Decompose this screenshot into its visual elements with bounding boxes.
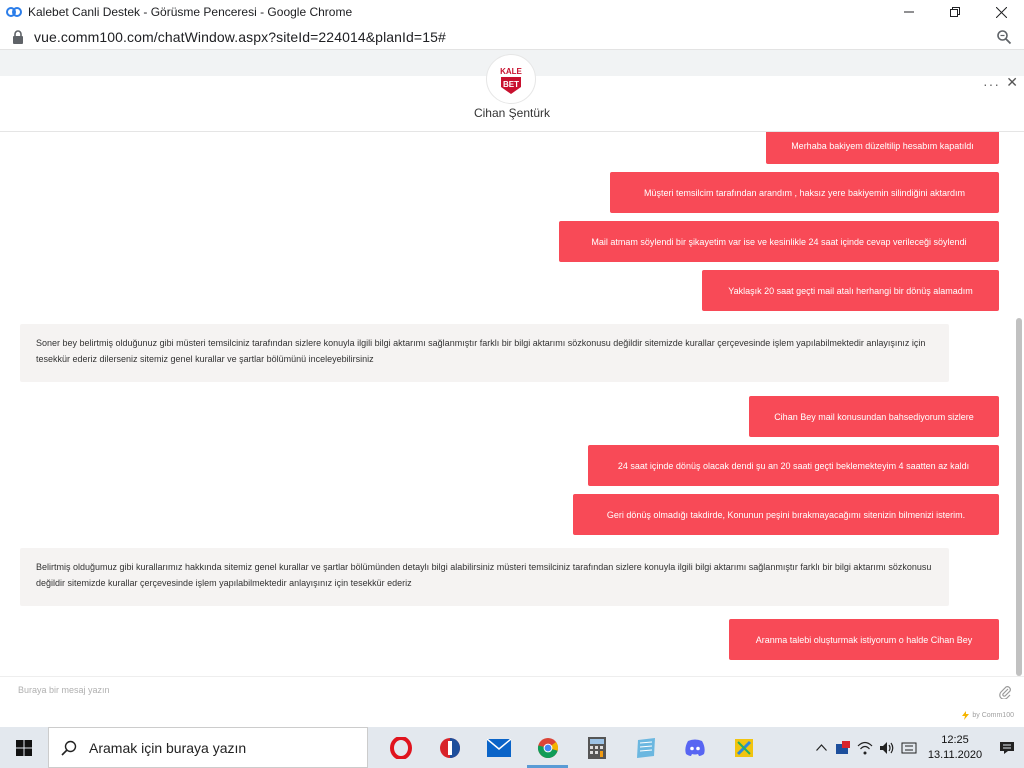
- message-list[interactable]: Merhaba bakiyem düzeltilip hesabım kapat…: [0, 132, 1012, 676]
- lock-icon[interactable]: [12, 29, 26, 44]
- tool-app-button[interactable]: [719, 727, 768, 768]
- chat-close-icon[interactable]: ✕: [1006, 74, 1018, 91]
- kalebet-logo: KALE BET: [500, 67, 523, 94]
- calculator-icon: [587, 736, 606, 759]
- agent-avatar: KALE BET: [486, 54, 536, 104]
- tool-icon: [734, 738, 753, 757]
- tray-app-icon[interactable]: [832, 727, 854, 768]
- lightning-icon: [962, 711, 970, 720]
- logo-line2: BET: [503, 80, 519, 89]
- url-text[interactable]: vue.comm100.com/chatWindow.aspx?siteId=2…: [34, 29, 446, 45]
- visitor-message: Yaklaşık 20 saat geçti mail atalı herhan…: [702, 270, 999, 311]
- close-window-button[interactable]: [978, 0, 1024, 24]
- restore-icon: [950, 7, 960, 17]
- attachment-icon[interactable]: [998, 685, 1012, 700]
- opera-icon: [389, 736, 412, 759]
- clock-date: 13.11.2020: [927, 748, 983, 761]
- volume-icon[interactable]: [876, 727, 898, 768]
- message-input-area: by Comm100: [0, 676, 1024, 727]
- minimize-button[interactable]: [886, 0, 932, 24]
- comm100-app-icon: [6, 4, 22, 20]
- visitor-message: Aranma talebi oluşturmak istiyorum o hal…: [729, 619, 999, 660]
- chrome-icon: [537, 737, 558, 758]
- windows-taskbar: Aramak için buraya yazın 12:25 13.11.202…: [0, 727, 1024, 768]
- windows-logo-icon: [16, 739, 32, 756]
- system-tray: 12:25 13.11.2020: [810, 727, 1024, 768]
- powered-by[interactable]: by Comm100: [962, 711, 1014, 720]
- chat-window: KALE BET Cihan Şentürk ··· ✕ Merhaba bak…: [0, 54, 1024, 727]
- scrollbar-thumb[interactable]: [1016, 318, 1022, 676]
- message-scrollbar[interactable]: [1016, 132, 1022, 676]
- discord-app-button[interactable]: [670, 727, 719, 768]
- visitor-message: Cihan Bey mail konusundan bahsediyorum s…: [749, 396, 999, 437]
- window-title: Kalebet Canli Destek - Görüsme Penceresi…: [28, 5, 353, 19]
- agent-name: Cihan Şentürk: [473, 106, 551, 120]
- taskbar-clock[interactable]: 12:25 13.11.2020: [920, 733, 990, 763]
- visitor-message: Merhaba bakiyem düzeltilip hesabım kapat…: [766, 132, 999, 164]
- search-placeholder: Aramak için buraya yazın: [89, 739, 247, 756]
- more-options-icon[interactable]: ···: [983, 76, 1000, 92]
- address-bar[interactable]: vue.comm100.com/chatWindow.aspx?siteId=2…: [0, 24, 1024, 50]
- visitor-message: 24 saat içinde dönüş olacak dendi şu an …: [588, 445, 999, 486]
- agent-message: Belirtmiş olduğumuz gibi kurallarımız ha…: [20, 548, 949, 606]
- taskbar-apps: [376, 727, 768, 768]
- close-icon: [995, 6, 1007, 18]
- taskbar-search[interactable]: Aramak için buraya yazın: [48, 727, 368, 768]
- notes-app-button[interactable]: [621, 727, 670, 768]
- window-controls: [886, 0, 1024, 24]
- agent-message: Soner bey belirtmiş olduğunuz gibi müste…: [20, 324, 949, 382]
- language-icon[interactable]: [898, 727, 920, 768]
- restore-button[interactable]: [932, 0, 978, 24]
- mail-icon: [486, 738, 511, 757]
- message-input[interactable]: [18, 685, 918, 695]
- app-button-2[interactable]: [425, 727, 474, 768]
- opera-app-button[interactable]: [376, 727, 425, 768]
- browser-title-bar: Kalebet Canli Destek - Görüsme Penceresi…: [0, 0, 1024, 24]
- powered-by-text: by Comm100: [972, 712, 1014, 719]
- logo-line1: KALE: [500, 67, 522, 76]
- visitor-message: Geri dönüş olmadığı takdirde, Konunun pe…: [573, 494, 999, 535]
- calculator-app-button[interactable]: [572, 727, 621, 768]
- clock-time: 12:25: [941, 733, 969, 746]
- notification-center-icon[interactable]: [990, 741, 1024, 755]
- network-icon[interactable]: [854, 727, 876, 768]
- chevron-up-icon[interactable]: [810, 727, 832, 768]
- notes-icon: [636, 737, 655, 758]
- visitor-message: Müşteri temsilcim tarafından arandım , h…: [610, 172, 999, 213]
- minimize-icon: [904, 11, 914, 13]
- chat-header: KALE BET Cihan Şentürk ··· ✕: [0, 54, 1024, 132]
- zoom-icon[interactable]: [996, 29, 1012, 45]
- search-icon: [49, 740, 89, 756]
- start-button[interactable]: [0, 727, 48, 768]
- discord-icon: [684, 739, 705, 756]
- chrome-app-button[interactable]: [523, 727, 572, 768]
- mail-app-button[interactable]: [474, 727, 523, 768]
- red-blue-app-icon: [439, 737, 460, 758]
- visitor-message: Mail atmam söylendi bir şikayetim var is…: [559, 221, 999, 262]
